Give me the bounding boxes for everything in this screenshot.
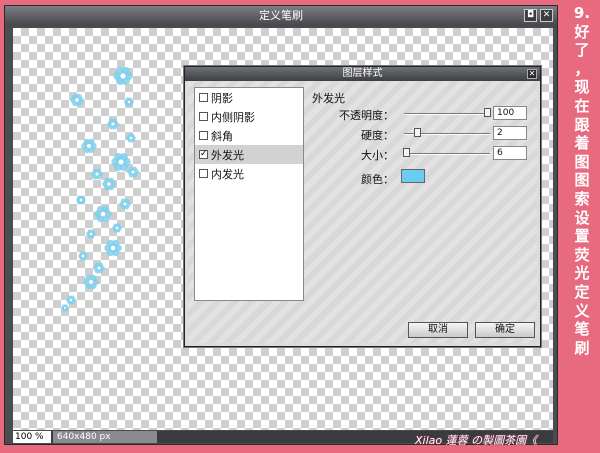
caption-char: 图 (574, 171, 590, 190)
snowflake-shape (113, 67, 133, 85)
caption-char: 了 (574, 41, 590, 60)
snowflake-shape (66, 295, 76, 305)
snowflake-shape (126, 133, 136, 143)
caption-char: 现 (574, 78, 590, 97)
style-list: 阴影 内侧阴影 斜角 ✓ 外发光 内发光 (194, 87, 304, 301)
snowflake-shape (81, 138, 97, 154)
caption-char: 置 (574, 227, 590, 246)
opacity-slider[interactable] (404, 113, 490, 115)
snowflake-shape (83, 274, 99, 290)
style-item-label: 内侧阴影 (211, 110, 255, 124)
layer-style-dialog: 图层样式 ✕ 阴影 内侧阴影 斜角 ✓ 外发光 内发光 外发光 不透明度： 10… (184, 66, 541, 347)
snowflake-shape (94, 205, 112, 223)
style-item-label: 阴影 (211, 91, 233, 105)
window-title: 定义笔刷 (5, 6, 557, 26)
credit-watermark: Xilao 蓮蓉 の製圖茶園《 (415, 434, 538, 447)
size-slider-thumb[interactable] (403, 148, 410, 157)
caption-char: 设 (574, 208, 590, 227)
glow-color-swatch[interactable] (401, 169, 425, 183)
snowflake-shape (102, 177, 116, 191)
style-item-label: 斜角 (211, 129, 233, 143)
caption-char: 义 (574, 301, 590, 320)
style-item-shadow[interactable]: 阴影 (195, 88, 303, 107)
snowflake-shape (93, 262, 105, 274)
snowflake-shape (112, 223, 122, 233)
caption-char: 定 (574, 282, 590, 301)
opacity-label: 不透明度： (339, 109, 394, 122)
style-item-bevel[interactable]: 斜角 (195, 126, 303, 145)
checkbox-checked-icon[interactable]: ✓ (199, 150, 208, 159)
snowflake-shape (70, 93, 84, 107)
opacity-slider-thumb[interactable] (484, 108, 491, 117)
checkbox-icon[interactable] (199, 131, 208, 140)
caption-char: 跟 (574, 115, 590, 134)
caption-char: 着 (574, 134, 590, 153)
panel-title: 外发光 (312, 92, 345, 105)
snowflake-shape (78, 251, 88, 261)
snowflake-shape (127, 166, 139, 178)
snowflake-shape (124, 97, 134, 107)
hardness-label: 硬度： (361, 129, 394, 142)
style-item-inner-shadow[interactable]: 内侧阴影 (195, 107, 303, 126)
caption-char: 笔 (574, 320, 590, 339)
hardness-slider-thumb[interactable] (414, 128, 421, 137)
caption-char: ， (574, 59, 590, 78)
caption-char: 荧 (574, 245, 590, 264)
size-input[interactable]: 6 (493, 146, 527, 160)
color-label: 颜色： (361, 173, 394, 186)
cancel-button[interactable]: 取消 (408, 322, 468, 338)
snowflake-shape (107, 118, 119, 130)
snowflake-shape (86, 229, 96, 239)
caption-char: 9. (573, 4, 591, 22)
caption-char: 光 (574, 264, 590, 283)
side-caption: 9. 好了，现在跟着图图索设置荧光定义笔刷 (566, 4, 598, 357)
caption-char: 好 (574, 22, 590, 41)
dialog-close-button[interactable]: ✕ (527, 69, 537, 79)
style-item-outer-glow[interactable]: ✓ 外发光 (195, 145, 303, 164)
style-item-inner-glow[interactable]: 内发光 (195, 164, 303, 183)
size-slider[interactable] (404, 153, 490, 155)
snowflake-shape (61, 304, 69, 312)
caption-char: 在 (574, 96, 590, 115)
style-item-label: 外发光 (211, 148, 244, 162)
opacity-input[interactable]: 100 (493, 106, 527, 120)
zoom-field[interactable]: 100 % (13, 431, 51, 443)
snowflake-shape (119, 198, 131, 210)
caption-char: 索 (574, 189, 590, 208)
snowflake-shape (76, 195, 86, 205)
snowflake-shape (111, 153, 131, 171)
snowflake-shape (104, 239, 122, 257)
checkbox-icon[interactable] (199, 112, 208, 121)
dialog-title: 图层样式 (185, 67, 540, 81)
close-button[interactable]: ✕ (540, 9, 553, 22)
hardness-input[interactable]: 2 (493, 126, 527, 140)
caption-char: 刷 (574, 338, 590, 357)
checkbox-icon[interactable] (199, 93, 208, 102)
checkbox-icon[interactable] (199, 169, 208, 178)
restore-button[interactable]: ◘ (524, 9, 537, 22)
canvas-dimensions: 640x480 px (53, 431, 157, 443)
size-label: 大小： (361, 149, 394, 162)
snowflake-shape (91, 168, 103, 180)
style-item-label: 内发光 (211, 167, 244, 181)
ok-button[interactable]: 确定 (475, 322, 535, 338)
caption-char: 图 (574, 152, 590, 171)
